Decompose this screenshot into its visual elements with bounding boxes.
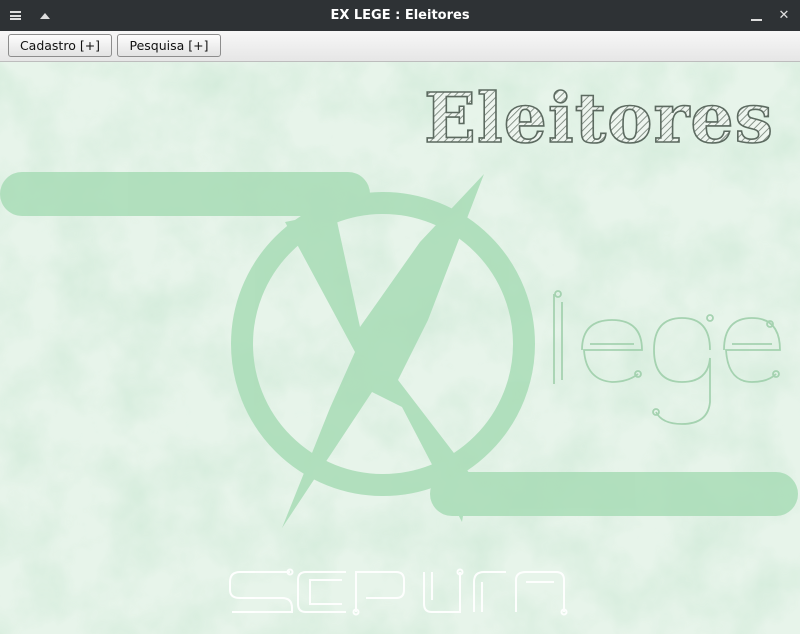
pesquisa-button[interactable]: Pesquisa [+] (117, 34, 221, 57)
page-heading: Eleitores (424, 79, 774, 159)
window-title: EX LEGE : Eleitores (330, 8, 470, 23)
background-canvas: Eleitores (0, 62, 800, 634)
toolbar: Cadastro [+] Pesquisa [+] (0, 31, 800, 62)
window-titlebar: EX LEGE : Eleitores ✕ (0, 0, 800, 31)
close-icon[interactable]: ✕ (774, 0, 794, 31)
cadastro-button[interactable]: Cadastro [+] (8, 34, 112, 57)
background-artwork: Eleitores (0, 62, 800, 634)
minimize-icon[interactable] (746, 0, 766, 31)
